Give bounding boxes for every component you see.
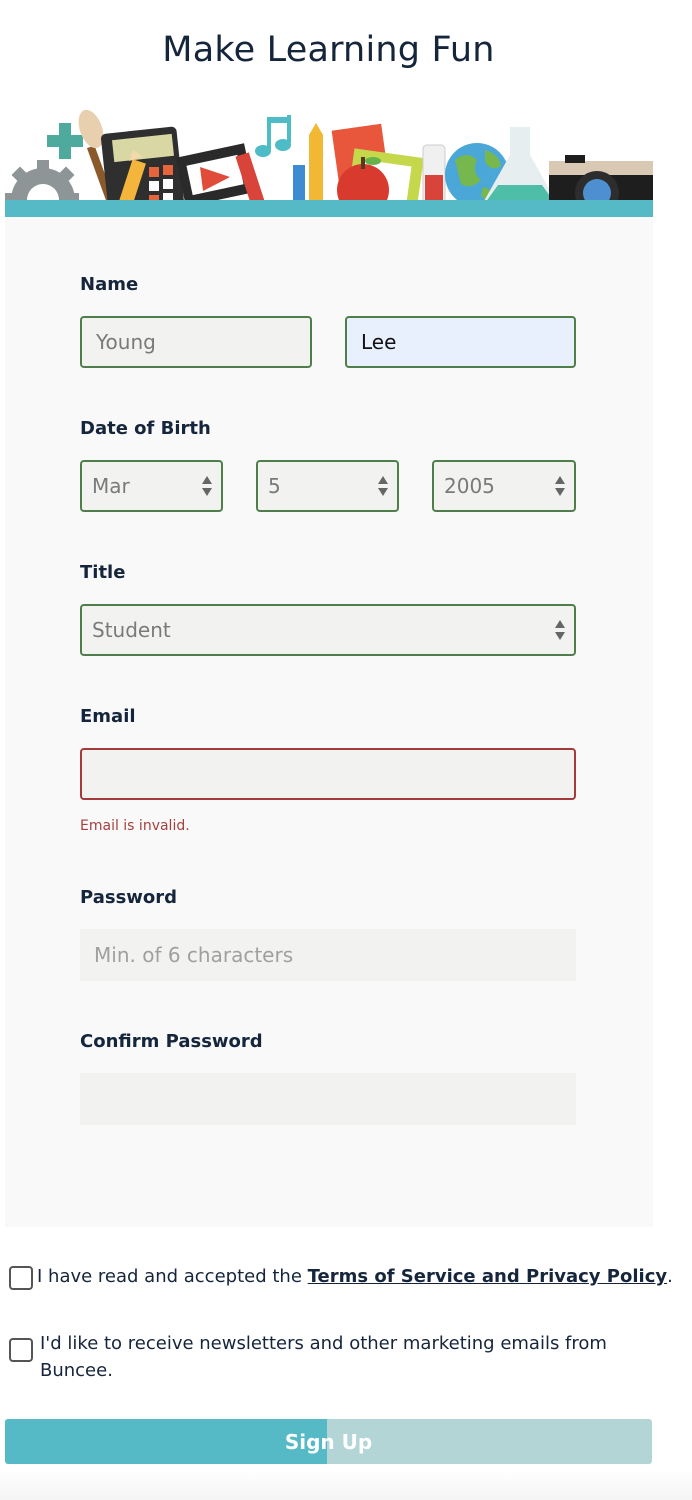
name-label: Name [80,274,139,295]
last-name-value: Lee [361,330,397,354]
sign-up-button[interactable]: Sign Up [5,1419,652,1464]
birth-day-value: 5 [268,474,281,498]
terms-text: I have read and accepted the Terms of Se… [37,1263,687,1290]
birth-day-select[interactable]: 5 [256,460,399,512]
password-placeholder: Min. of 6 characters [94,943,294,967]
newsletter-line-2: Buncee. [40,1360,113,1381]
birth-year-select[interactable]: 2005 [432,460,576,512]
banner-strip [5,200,653,217]
date-of-birth-label: Date of Birth [80,418,211,439]
select-arrows-icon [554,474,566,498]
select-arrows-icon [201,474,213,498]
terms-link[interactable]: Terms of Service and Privacy Policy [308,1266,667,1287]
birth-month-select[interactable]: Mar [80,460,223,512]
birth-year-value: 2005 [444,474,495,498]
password-label: Password [80,887,178,908]
select-arrows-icon [554,618,566,642]
confirm-password-field[interactable] [80,1073,576,1125]
music-note-icon [255,115,291,157]
email-label: Email [80,706,136,727]
terms-suffix: . [667,1266,673,1287]
last-name-field[interactable]: Lee [345,316,576,368]
terms-prefix: I have read and accepted the [37,1266,308,1287]
title-select[interactable]: Student [80,604,576,656]
birth-month-value: Mar [92,474,130,498]
terms-checkbox[interactable] [9,1266,33,1290]
first-name-field[interactable]: Young [80,316,312,368]
title-label: Title [80,562,126,583]
first-name-value: Young [96,330,156,354]
password-field[interactable]: Min. of 6 characters [80,929,576,981]
sign-up-label: Sign Up [284,1429,373,1454]
confirm-password-label: Confirm Password [80,1031,263,1052]
newsletter-checkbox[interactable] [9,1338,33,1362]
newsletter-text: I'd like to receive newsletters and othe… [40,1330,680,1384]
bottom-shade [0,1470,692,1500]
select-arrows-icon [377,474,389,498]
newsletter-line-1: I'd like to receive newsletters and othe… [40,1333,607,1354]
email-error-message: Email is invalid. [80,818,190,834]
page-title: Make Learning Fun [162,30,495,70]
plus-icon [47,123,83,159]
email-field[interactable] [80,748,576,800]
title-value: Student [92,618,171,642]
